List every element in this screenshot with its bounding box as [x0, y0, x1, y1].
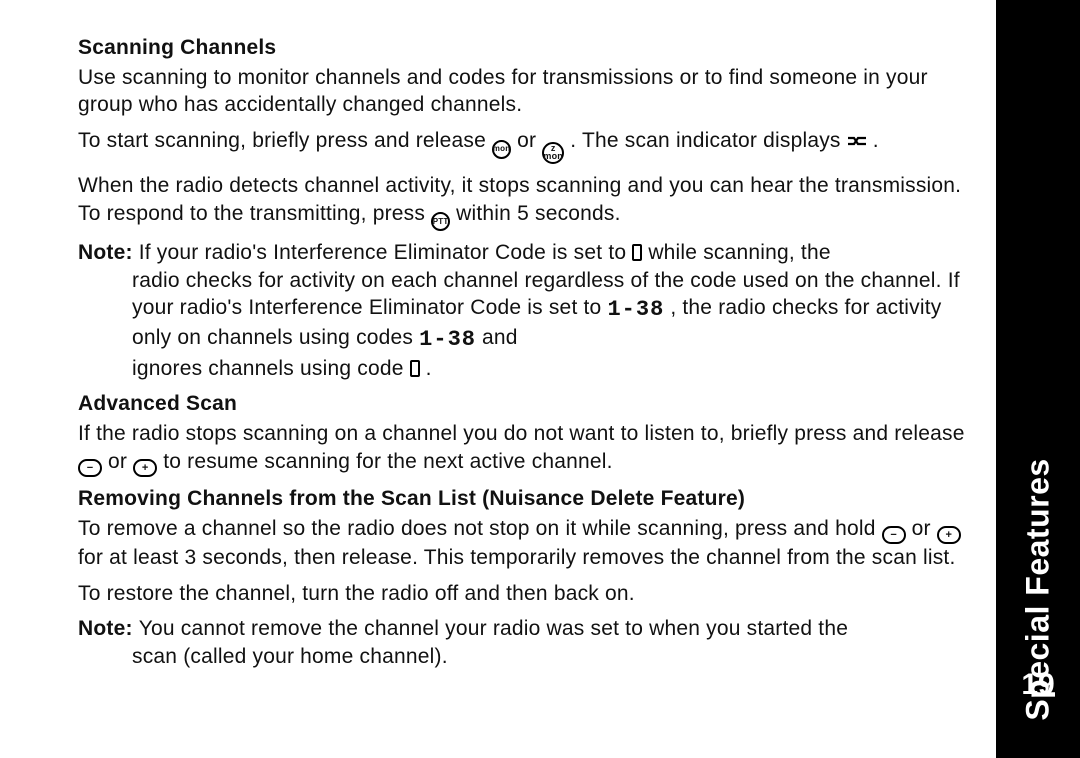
body-text: If the radio stops scanning on a channel…	[78, 420, 966, 477]
body-text: Use scanning to monitor channels and cod…	[78, 64, 966, 119]
page-number: 19	[1021, 668, 1054, 702]
minus-button-icon: −	[882, 526, 906, 544]
text-fragment: or	[912, 517, 937, 540]
body-text: When the radio detects channel activity,…	[78, 172, 966, 231]
text-fragment: If the radio stops scanning on a channel…	[78, 422, 965, 445]
scan-indicator-icon	[847, 128, 867, 156]
text-fragment: . The scan indicator displays	[570, 129, 846, 152]
side-tab: Special Features 19	[996, 0, 1080, 758]
note-indent: radio checks for activity on each channe…	[132, 267, 966, 383]
text-fragment: scan (called your home channel).	[132, 645, 448, 668]
lcd-range-icon: 1-38	[607, 297, 664, 322]
zmon-button-icon: ᴢmon	[542, 142, 564, 164]
page-content: Scanning Channels Use scanning to monito…	[0, 0, 996, 758]
note-row: Note: If your radio's Interference Elimi…	[78, 239, 966, 382]
text-fragment: within 5 seconds.	[456, 202, 621, 225]
note-label: Note:	[78, 617, 139, 640]
note-indent: scan (called your home channel).	[132, 643, 966, 671]
text-fragment: while scanning, the	[648, 241, 830, 264]
manual-page: Scanning Channels Use scanning to monito…	[0, 0, 1080, 758]
heading-nuisance-delete: Removing Channels from the Scan List (Nu…	[78, 485, 966, 513]
mon-button-icon: mon	[492, 140, 511, 159]
text-fragment: To start scanning, briefly press and rel…	[78, 129, 492, 152]
text-fragment: or	[108, 450, 133, 473]
text-fragment: for at least 3 seconds, then release. Th…	[78, 546, 956, 569]
plus-button-icon: +	[133, 459, 157, 477]
heading-advanced-scan: Advanced Scan	[78, 390, 966, 418]
text-fragment: ignores channels using code	[132, 357, 410, 380]
text-fragment: and	[482, 326, 518, 349]
note-label: Note:	[78, 241, 139, 264]
text-fragment: To remove a channel so the radio does no…	[78, 517, 882, 540]
minus-button-icon: −	[78, 459, 102, 477]
ptt-button-icon: PTT	[431, 212, 450, 231]
note-block: Note: If your radio's Interference Elimi…	[78, 239, 966, 382]
text-fragment: .	[873, 129, 879, 152]
text-fragment: to resume scanning for the next active c…	[163, 450, 613, 473]
text-fragment: You cannot remove the channel your radio…	[139, 617, 848, 640]
lcd-zero-icon	[632, 244, 642, 261]
text-fragment: .	[426, 357, 432, 380]
note-block: Note: You cannot remove the channel your…	[78, 615, 966, 670]
text-fragment: or	[517, 129, 542, 152]
heading-scanning-channels: Scanning Channels	[78, 34, 966, 62]
body-text: To remove a channel so the radio does no…	[78, 515, 966, 572]
lcd-zero-icon	[410, 360, 420, 377]
lcd-range-icon: 1-38	[419, 327, 476, 352]
plus-button-icon: +	[937, 526, 961, 544]
text-fragment: If your radio's Interference Eliminator …	[139, 241, 633, 264]
body-text: To restore the channel, turn the radio o…	[78, 580, 966, 608]
body-text: To start scanning, briefly press and rel…	[78, 127, 966, 164]
